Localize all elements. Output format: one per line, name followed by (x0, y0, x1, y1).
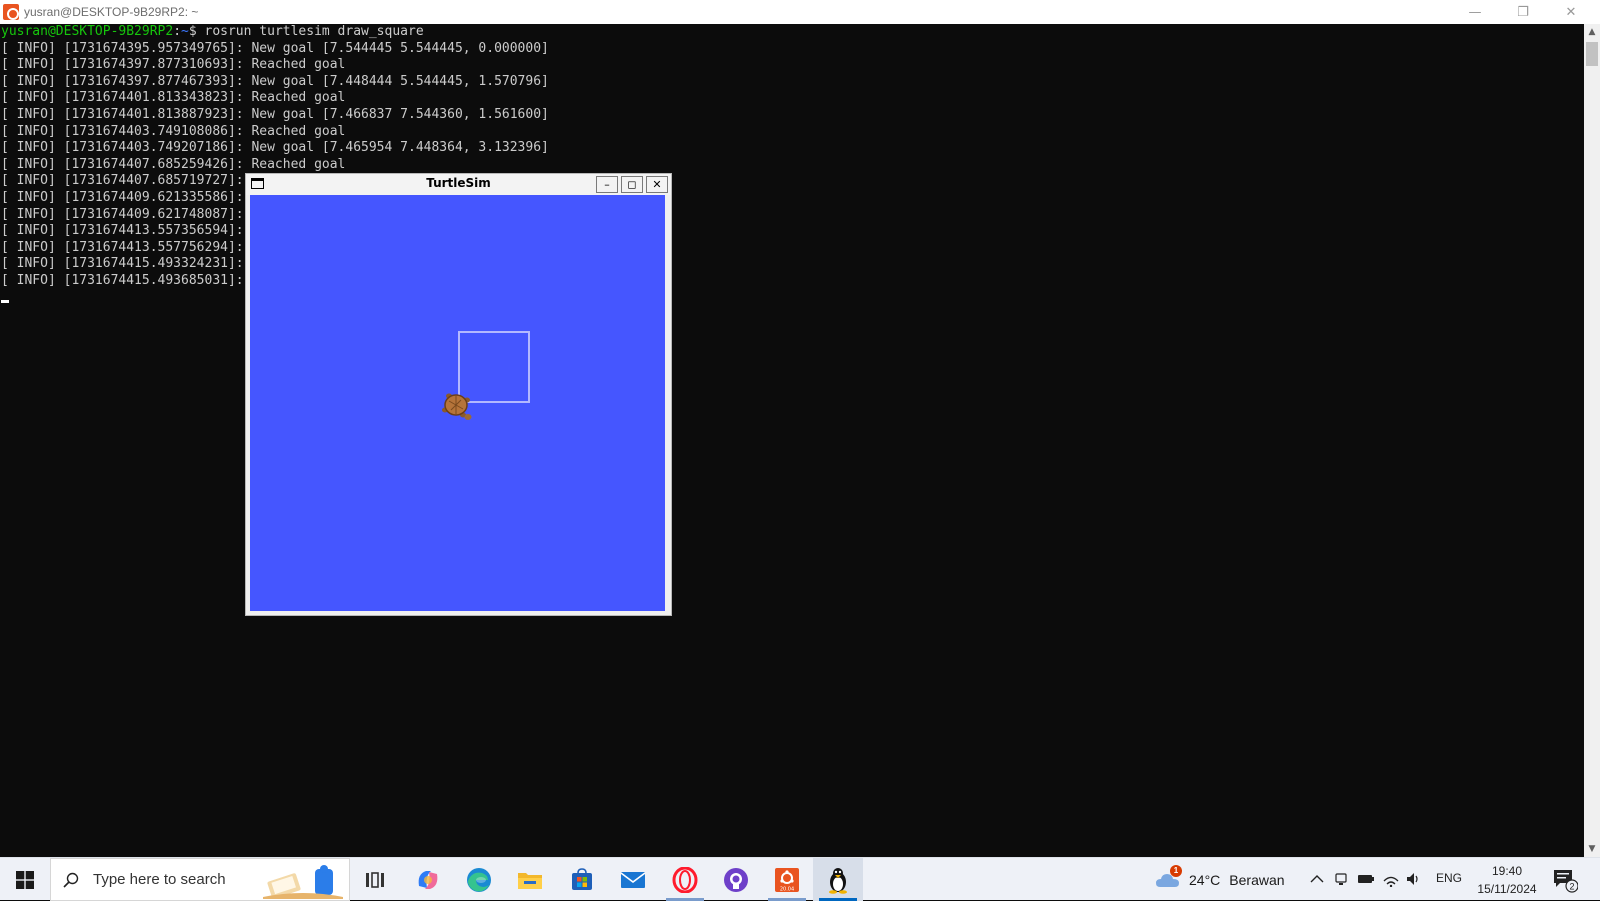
volume-icon[interactable] (1405, 870, 1423, 888)
wifi-icon[interactable] (1382, 870, 1400, 888)
terminal-output[interactable]: yusran@DESKTOP-9B29RP2:~$ rosrun turtles… (0, 24, 1584, 857)
command-text: rosrun turtlesim draw_square (204, 24, 424, 39)
notification-center-button[interactable]: 2 (1552, 867, 1579, 893)
microsoft-store-button[interactable] (557, 858, 607, 901)
store-icon (572, 867, 592, 890)
turtlesim-canvas (250, 195, 665, 611)
task-view-button[interactable] (350, 858, 400, 901)
scroll-thumb[interactable] (1586, 42, 1598, 66)
terminal-window[interactable]: yusran@DESKTOP-9B29RP2: ~ — ❐ ✕ yusran@D… (0, 0, 1600, 857)
github-desktop-button[interactable] (711, 858, 761, 901)
turtlesim-window[interactable]: TurtleSim – ◻ ✕ (245, 173, 672, 616)
input-language[interactable]: ENG (1436, 871, 1462, 885)
folder-icon (518, 872, 542, 889)
command-line: yusran@DESKTOP-9B29RP2:~$ rosrun turtles… (1, 24, 1584, 41)
terminal-title: yusran@DESKTOP-9B29RP2: ~ (24, 5, 199, 19)
scroll-up-arrow-icon[interactable]: ▲ (1584, 24, 1600, 40)
notification-count: 2 (1569, 882, 1574, 892)
scroll-down-arrow-icon[interactable]: ▼ (1584, 841, 1600, 857)
restore-button[interactable]: ❐ (1500, 0, 1546, 24)
turtlesim-minimize-button[interactable]: – (596, 176, 618, 193)
mail-button[interactable] (608, 858, 658, 901)
log-line: [ INFO] [1731674407.685719727]: N (1, 173, 260, 189)
cloud-icon: 1 (1155, 864, 1182, 891)
weather-alert-badge: 1 (1170, 864, 1182, 877)
clock[interactable]: 19:40 15/11/2024 (1472, 862, 1542, 898)
search-highlight-illustration-icon (263, 865, 343, 899)
edge-icon (467, 867, 491, 892)
weather-widget[interactable]: 1 24°C Berawan (1155, 858, 1285, 901)
weather-condition: Berawan (1229, 871, 1285, 888)
taskbar-search-box[interactable]: Type here to search (50, 858, 350, 901)
log-line: [ INFO] [1731674403.749207186]: New goal… (1, 140, 549, 156)
terminal-cursor (1, 299, 9, 303)
turtle-icon (442, 393, 472, 420)
log-line: [ INFO] [1731674395.957349765]: New goal… (1, 40, 549, 56)
clock-time: 19:40 (1491, 864, 1523, 878)
log-line: [ INFO] [1731674413.557356594]: R (1, 223, 260, 239)
edge-button[interactable] (454, 858, 504, 901)
github-icon (724, 867, 748, 892)
ubuntu-icon (3, 4, 19, 20)
terminal-scrollbar[interactable]: ▲ ▼ (1584, 24, 1600, 857)
minimize-button[interactable]: — (1452, 0, 1498, 24)
prompt-user: yusran@DESKTOP-9B29RP2 (1, 24, 174, 39)
clock-date: 15/11/2024 (1477, 882, 1537, 896)
prompt-separator: : (173, 24, 182, 39)
turtlesim-close-button[interactable]: ✕ (646, 176, 668, 193)
log-line: [ INFO] [1731674401.813343823]: Reached … (1, 90, 346, 106)
turtlesim-title-bar[interactable]: TurtleSim – ◻ ✕ (246, 174, 671, 195)
log-line: [ INFO] [1731674401.813887923]: New goal… (1, 106, 549, 122)
ubuntu-version-label: 20.04 (780, 886, 794, 892)
task-view-icon (366, 871, 384, 888)
x-server-button[interactable] (813, 858, 863, 901)
opera-icon (672, 866, 698, 893)
turtlesim-maximize-button[interactable]: ◻ (621, 176, 643, 193)
log-line: [ INFO] [1731674403.749108086]: Reached … (1, 123, 346, 139)
log-line: [ INFO] [1731674407.685259426]: Reached … (1, 156, 346, 172)
log-line: [ INFO] [1731674409.621748087]: N (1, 206, 260, 222)
tux-icon (829, 867, 847, 894)
weather-temperature: 24°C (1189, 871, 1221, 888)
ubuntu-button[interactable]: 20.04 (762, 858, 812, 901)
start-button[interactable] (0, 858, 50, 901)
meet-now-icon[interactable] (1333, 870, 1351, 888)
search-icon (63, 872, 79, 888)
battery-icon[interactable] (1357, 870, 1375, 888)
ubuntu-icon: 20.04 (775, 867, 799, 892)
prompt-symbol: $ (188, 24, 205, 39)
taskbar: Type here to search 20.04 1 24°C Berawan… (0, 857, 1600, 901)
search-placeholder: Type here to search (93, 871, 226, 888)
opera-button[interactable] (660, 858, 710, 901)
file-explorer-button[interactable] (505, 858, 555, 901)
terminal-title-bar[interactable]: yusran@DESKTOP-9B29RP2: ~ — ❐ ✕ (0, 0, 1600, 24)
mail-icon (620, 871, 646, 888)
log-line: [ INFO] [1731674397.877467393]: New goal… (1, 73, 549, 89)
copilot-button[interactable] (403, 858, 453, 901)
copilot-icon (418, 870, 438, 889)
log-line: [ INFO] [1731674415.493324231]: R (1, 256, 260, 272)
log-line: [ INFO] [1731674397.877310693]: Reached … (1, 57, 346, 73)
prompt-path: ~ (181, 24, 189, 39)
log-line: [ INFO] [1731674415.493685031]: N (1, 272, 260, 288)
cursor-line (1, 290, 1584, 307)
close-button[interactable]: ✕ (1548, 0, 1594, 24)
windows-logo-icon (16, 870, 34, 889)
chevron-up-icon[interactable] (1308, 870, 1326, 888)
notification-icon: 2 (1554, 870, 1579, 893)
log-line: [ INFO] [1731674413.557756294]: N (1, 239, 260, 255)
log-line: [ INFO] [1731674409.621335586]: R (1, 189, 260, 205)
